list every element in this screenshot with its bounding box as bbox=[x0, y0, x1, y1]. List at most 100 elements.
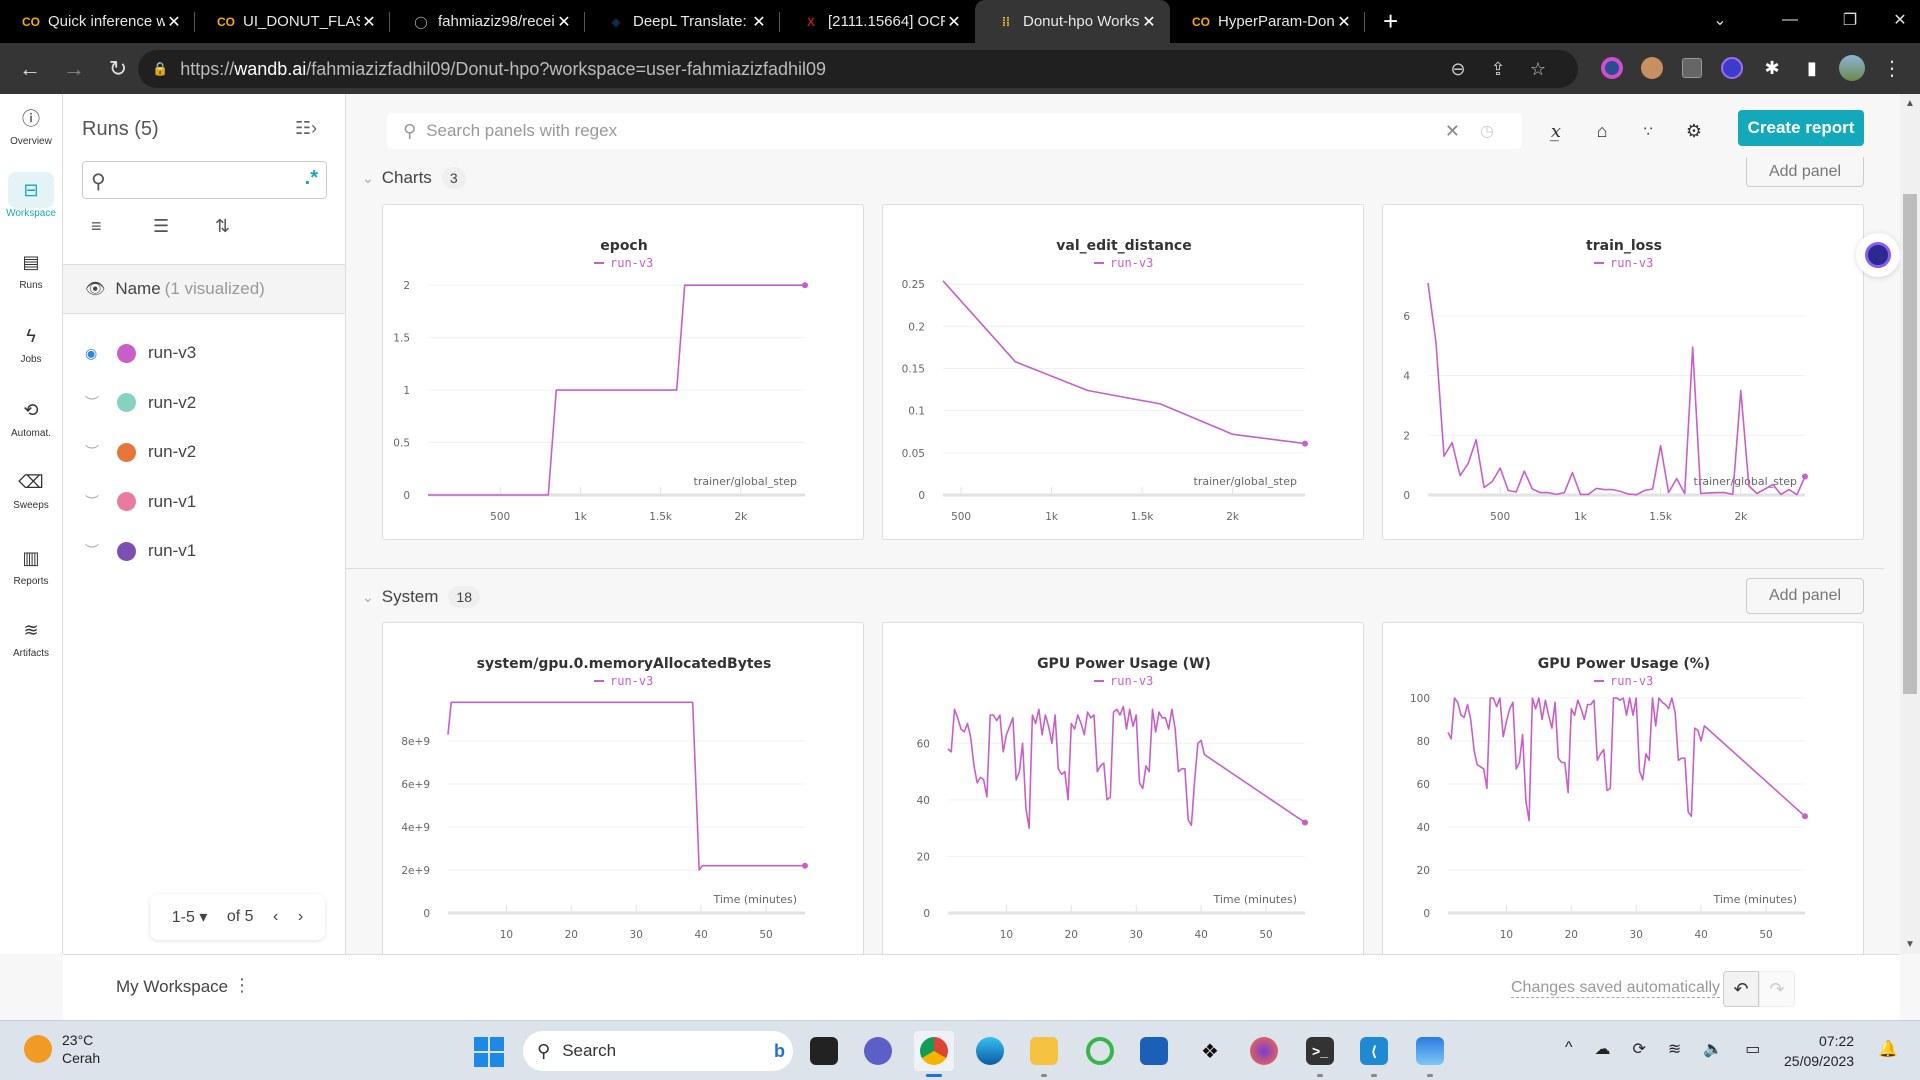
run-row[interactable]: ◉ run-v3 bbox=[85, 338, 196, 368]
chart-card-gpu-power-pct[interactable]: GPU Power Usage (%) run-v3 0 20 40 60 80 100 10 2… bbox=[1382, 622, 1864, 962]
run-name[interactable]: run-v1 bbox=[148, 541, 196, 561]
ms-store-icon[interactable] bbox=[1134, 1031, 1174, 1071]
app-ring-icon[interactable] bbox=[1080, 1031, 1120, 1071]
browser-tab[interactable]: ⁞⁞ Donut-hpo Workspace✕ bbox=[975, 0, 1170, 43]
group-icon[interactable]: ☰ bbox=[153, 216, 169, 237]
nav-item-automat[interactable]: ⟲ Automat. bbox=[0, 392, 62, 440]
forward-button[interactable]: → bbox=[52, 49, 96, 89]
extension-avatar-icon[interactable] bbox=[1637, 53, 1667, 83]
filter-icon[interactable]: ≡ bbox=[91, 216, 102, 237]
prev-page-button[interactable]: ‹ bbox=[273, 908, 278, 926]
edge-icon[interactable] bbox=[970, 1031, 1010, 1071]
run-row[interactable]: ︶ run-v2 bbox=[85, 437, 196, 467]
battery-icon[interactable]: ▭ bbox=[1745, 1039, 1760, 1059]
eye-closed-icon[interactable]: ︶ bbox=[85, 541, 107, 561]
run-color-swatch[interactable] bbox=[117, 442, 136, 462]
add-panel-button[interactable]: Add panel bbox=[1746, 157, 1864, 187]
notification-bell-icon[interactable]: 🔔 bbox=[1878, 1039, 1898, 1059]
bookmark-star-icon[interactable]: ☆ bbox=[1518, 50, 1558, 88]
file-explorer-icon[interactable] bbox=[1024, 1031, 1064, 1077]
nav-item-overview[interactable]: ⓘ Overview bbox=[0, 100, 62, 147]
nav-item-jobs[interactable]: ϟ Jobs bbox=[0, 318, 62, 366]
settings-gear-icon[interactable]: ⚙ bbox=[1677, 114, 1711, 148]
close-window-button[interactable]: ✕ bbox=[1870, 0, 1920, 40]
url-input[interactable]: 🔒 https://wandb.ai/fahmiazizfadhil09/Don… bbox=[138, 50, 1578, 88]
nav-item-runs[interactable]: ▤ Runs bbox=[0, 244, 62, 292]
nav-item-workspace[interactable]: ⊟ Workspace bbox=[0, 172, 62, 219]
tray-overflow-icon[interactable]: ^ bbox=[1565, 1039, 1573, 1059]
run-row[interactable]: ︶ run-v1 bbox=[85, 536, 196, 566]
workspace-name[interactable]: My Workspace bbox=[116, 977, 228, 997]
reload-button[interactable]: ↻ bbox=[96, 49, 140, 89]
task-view-icon[interactable] bbox=[804, 1031, 844, 1071]
browser-tab[interactable]: CO UI_DONUT_FLASK - Co✕ bbox=[195, 0, 390, 43]
browser-tab[interactable]: CO HyperParam-Donut.ip✕ bbox=[1170, 0, 1365, 43]
sort-icon[interactable]: ⇅ bbox=[215, 216, 230, 237]
browser-menu-icon[interactable]: ⋮ bbox=[1877, 53, 1907, 83]
share-icon[interactable]: ⇪ bbox=[1478, 50, 1518, 88]
close-tab-icon[interactable]: ✕ bbox=[165, 12, 183, 32]
firefox-icon[interactable] bbox=[1244, 1031, 1284, 1071]
browser-tab[interactable]: ◆ DeepL Translate: The w✕ bbox=[585, 0, 780, 43]
scrollbar-thumb[interactable] bbox=[1903, 194, 1917, 694]
history-icon[interactable]: ◷ bbox=[1480, 121, 1494, 141]
expand-runs-table-icon[interactable]: ☷› bbox=[295, 118, 317, 139]
chart-card-gpu-memory[interactable]: system/gpu.0.memoryAllocatedBytes run-v3 0… bbox=[382, 622, 864, 962]
sidepanel-icon[interactable]: ▮ bbox=[1797, 53, 1827, 83]
profile-avatar[interactable] bbox=[1837, 53, 1867, 83]
chart-card-train-loss[interactable]: train_loss run-v3 0 2 4 6 500 1k 1.5k 2k trainer/g… bbox=[1382, 204, 1864, 540]
redo-button[interactable]: ↷ bbox=[1759, 971, 1795, 1007]
scroll-up-arrow[interactable]: ▲ bbox=[1905, 98, 1915, 109]
run-color-swatch[interactable] bbox=[117, 343, 136, 363]
x-axis-icon[interactable]: x̲ bbox=[1539, 114, 1573, 148]
weather-widget[interactable]: 23°C Cerah bbox=[24, 1031, 100, 1067]
name-column-header[interactable]: Name bbox=[115, 279, 160, 299]
run-name[interactable]: run-v2 bbox=[148, 393, 196, 413]
run-color-swatch[interactable] bbox=[117, 492, 136, 511]
eye-closed-icon[interactable]: ︶ bbox=[85, 393, 107, 413]
run-name[interactable]: run-v1 bbox=[148, 492, 196, 512]
close-tab-icon[interactable]: ✕ bbox=[1140, 12, 1158, 32]
nav-item-reports[interactable]: ▥ Reports bbox=[0, 540, 62, 588]
run-color-swatch[interactable] bbox=[117, 393, 136, 412]
chart-card-gpu-power-w[interactable]: GPU Power Usage (W) run-v3 0 20 40 60 10 20 30 40… bbox=[882, 622, 1364, 962]
nav-item-artifacts[interactable]: ≋ Artifacts bbox=[0, 612, 62, 660]
close-tab-icon[interactable]: ✕ bbox=[1335, 12, 1353, 32]
dropbox-icon[interactable]: ❖ bbox=[1190, 1031, 1230, 1071]
extension-shield-icon[interactable] bbox=[1677, 53, 1707, 83]
next-page-button[interactable]: › bbox=[298, 908, 303, 926]
panel-search-input[interactable]: ⚲ Search panels with regex ✕ ◷ bbox=[387, 113, 1522, 149]
runs-search-input[interactable]: ⚲ .* bbox=[82, 161, 327, 199]
undo-button[interactable]: ↶ bbox=[1723, 971, 1759, 1007]
browser-tab[interactable]: ◯ fahmiaziz98/receipt_p✕ bbox=[390, 0, 585, 43]
close-tab-icon[interactable]: ✕ bbox=[750, 12, 768, 32]
add-panel-button[interactable]: Add panel bbox=[1746, 578, 1864, 614]
teams-chat-icon[interactable] bbox=[858, 1031, 898, 1071]
scroll-down-arrow[interactable]: ▼ bbox=[1905, 939, 1915, 950]
regex-toggle[interactable]: .* bbox=[305, 167, 318, 190]
extension-bot-icon[interactable] bbox=[1717, 53, 1747, 83]
new-tab-button[interactable]: + bbox=[1365, 0, 1416, 43]
eye-closed-icon[interactable]: ︶ bbox=[85, 442, 107, 462]
browser-tab[interactable]: X [2111.15664] OCR-free✕ bbox=[780, 0, 975, 43]
sync-icon[interactable]: ⟳ bbox=[1633, 1039, 1646, 1059]
close-tab-icon[interactable]: ✕ bbox=[555, 12, 573, 32]
outliers-icon[interactable]: ∵ bbox=[1631, 114, 1665, 148]
vscode-icon[interactable]: ⟨ bbox=[1354, 1031, 1394, 1077]
eye-open-icon[interactable]: ◉ bbox=[85, 345, 107, 362]
eye-closed-icon[interactable]: ︶ bbox=[85, 492, 107, 512]
assistant-bot-button[interactable] bbox=[1856, 233, 1900, 277]
tab-search-icon[interactable]: ⌄ bbox=[1690, 0, 1750, 40]
create-report-button[interactable]: Create report bbox=[1738, 110, 1864, 146]
workspace-more-icon[interactable]: ⋮ bbox=[233, 975, 251, 996]
run-row[interactable]: ︶ run-v2 bbox=[85, 388, 196, 418]
browser-tab[interactable]: CO Quick inference with D✕ bbox=[0, 0, 195, 43]
bing-icon[interactable]: b bbox=[774, 1041, 785, 1062]
eye-icon[interactable]: 👁 bbox=[85, 279, 105, 299]
wifi-icon[interactable]: ≋ bbox=[1668, 1039, 1681, 1059]
run-name[interactable]: run-v3 bbox=[148, 343, 196, 363]
terminal-icon[interactable]: >_ bbox=[1300, 1031, 1340, 1077]
chrome-taskbar-icon[interactable] bbox=[914, 1031, 954, 1077]
nav-item-sweeps[interactable]: ⌫ Sweeps bbox=[0, 464, 62, 512]
close-tab-icon[interactable]: ✕ bbox=[360, 12, 378, 32]
